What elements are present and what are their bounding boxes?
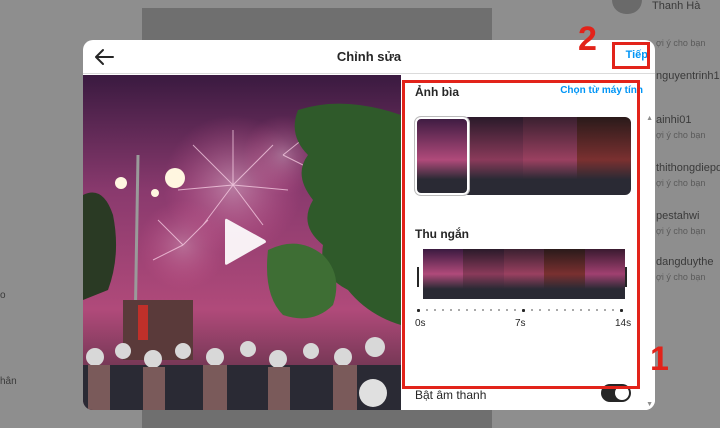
suggestion-sub: ợi ý cho bạn [656, 272, 706, 282]
video-preview[interactable] [83, 75, 401, 410]
suggestion-sub: ợi ý cho bạn [656, 38, 706, 48]
scroll-up-icon[interactable]: ▲ [646, 115, 653, 122]
play-button[interactable] [221, 215, 269, 269]
suggestion-name: thithongdiepd [656, 162, 720, 174]
background-left-text: hân [0, 376, 17, 387]
sound-toggle-label: Bật âm thanh [415, 388, 487, 402]
suggestion-name: nguyentrinh12 [656, 70, 720, 82]
suggestion-sub: ợi ý cho bạn [656, 178, 706, 188]
scroll-down-icon[interactable]: ▼ [646, 401, 653, 408]
background-avatar [612, 0, 642, 14]
annotation-number-2: 2 [578, 20, 597, 58]
annotation-box-next [612, 42, 650, 69]
suggestion-name: pestahwi [656, 210, 700, 222]
play-icon [225, 218, 266, 265]
suggestion-sub: ợi ý cho bạn [656, 130, 706, 140]
background-left-text: o [0, 290, 6, 301]
annotation-box-panel [402, 80, 640, 389]
suggestion-sub: ợi ý cho bạn [656, 226, 706, 236]
modal-header: Chỉnh sửa Tiếp [83, 40, 655, 74]
annotation-number-1: 1 [650, 340, 669, 378]
suggestion-name: Thanh Hà [652, 0, 701, 12]
modal-title: Chỉnh sửa [336, 49, 402, 64]
suggestion-name: ainhi01 [656, 114, 692, 126]
suggestion-name: dangduythe [656, 256, 714, 268]
